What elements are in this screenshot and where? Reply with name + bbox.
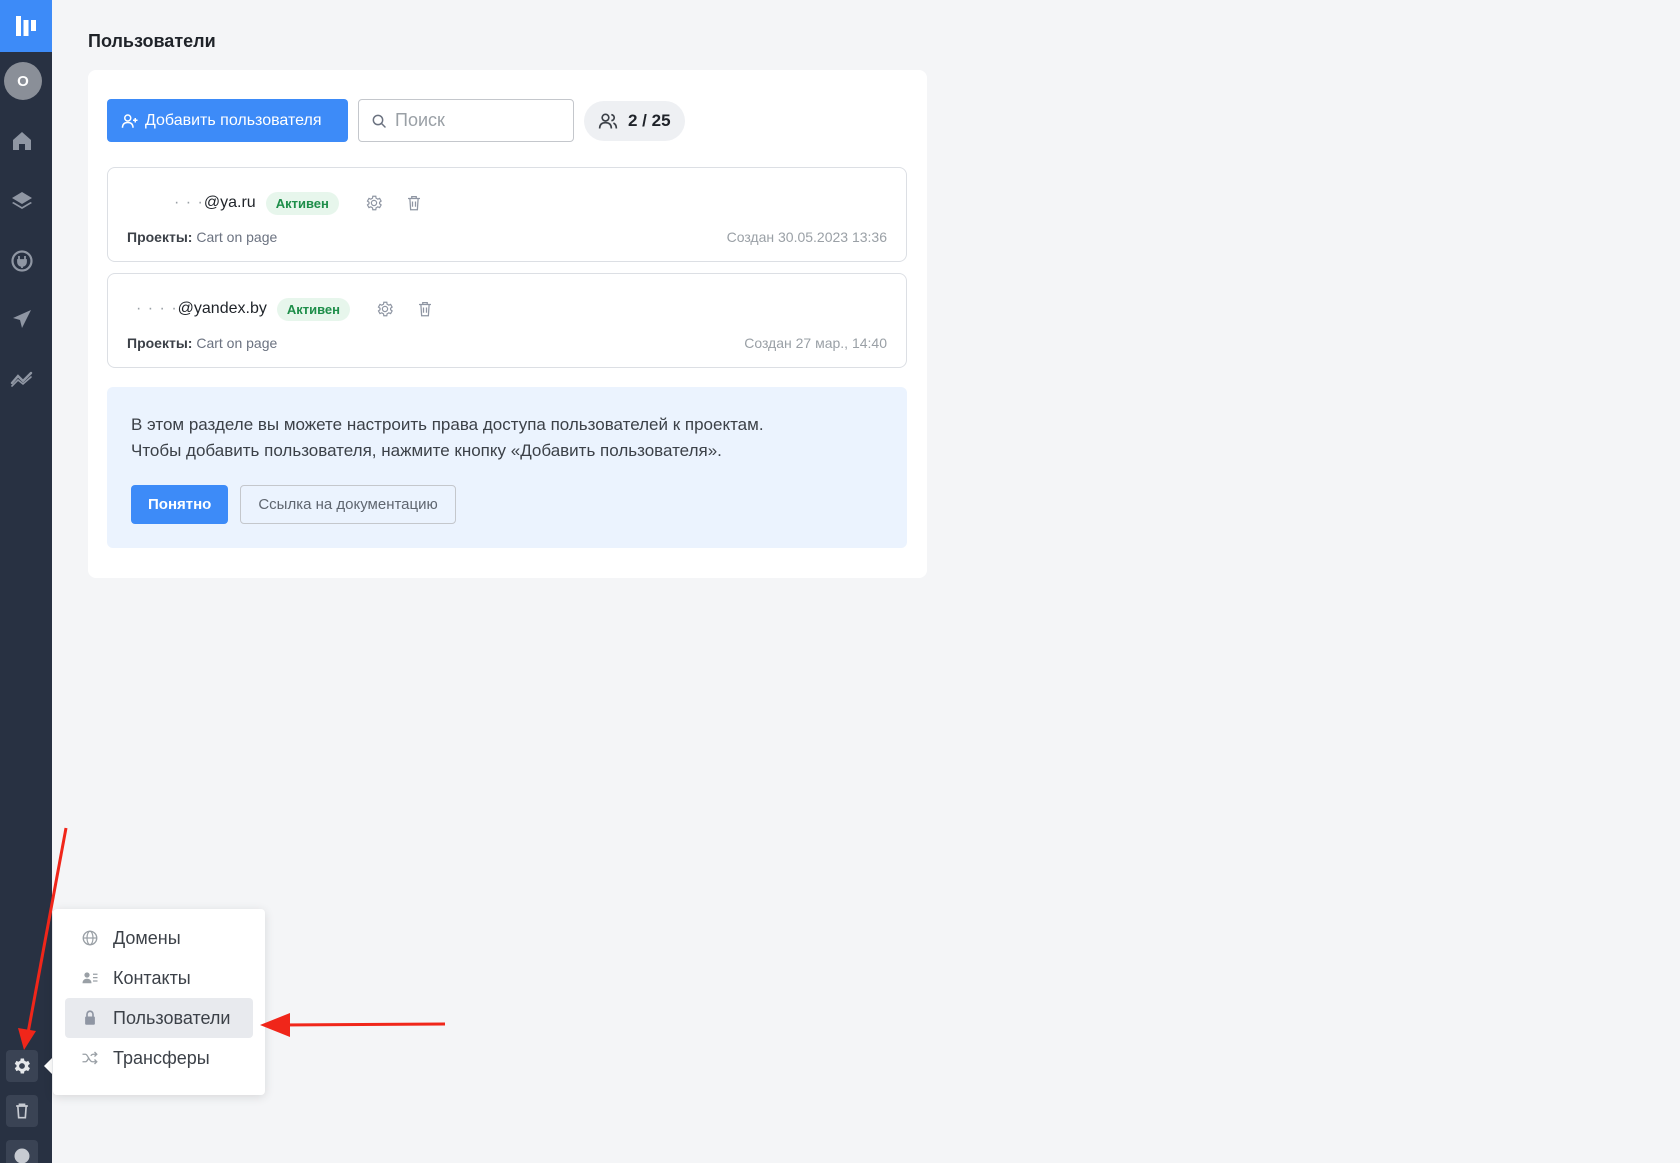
user-row: · · · ·@yandex.by Активен Проекты: Cart …: [107, 273, 907, 368]
arrow-to-users-menu-item: [260, 1013, 446, 1037]
logo-icon: [16, 16, 36, 36]
trash-icon: [419, 301, 431, 317]
shuffle-icon: [82, 1051, 98, 1065]
user-projects: Проекты: Cart on page: [127, 335, 277, 351]
user-delete-button[interactable]: [401, 190, 427, 216]
help-icon: [14, 1148, 30, 1163]
search-field[interactable]: [358, 99, 574, 142]
email-domain: @yandex.by: [177, 300, 267, 317]
sidebar: O: [0, 0, 52, 1163]
page-title: Пользователи: [88, 31, 216, 51]
info-box: В этом разделе вы можете настроить права…: [107, 387, 907, 548]
user-projects: Проекты: Cart on page: [127, 229, 277, 245]
menu-item-label: Трансферы: [113, 1047, 210, 1068]
lock-icon: [85, 1010, 95, 1025]
documentation-link-button[interactable]: Ссылка на документацию: [240, 485, 456, 524]
menu-item-label: Пользователи: [113, 1007, 231, 1028]
trash-icon: [407, 195, 420, 211]
menu-item-users[interactable]: Пользователи: [65, 998, 253, 1038]
user-counter: 2 / 25: [584, 100, 685, 141]
settings-menu: Домены Контакты Пользователи Трансферы: [53, 909, 265, 1095]
users-icon: [598, 113, 618, 129]
menu-item-contacts[interactable]: Контакты: [65, 958, 253, 998]
help-button[interactable]: [6, 1140, 38, 1163]
user-settings-button[interactable]: [361, 190, 387, 216]
nav-integrations[interactable]: [6, 245, 38, 277]
status-badge: Активен: [265, 191, 339, 215]
add-user-button[interactable]: Добавить пользователя: [107, 99, 348, 142]
send-icon: [13, 310, 31, 328]
email-domain: @ya.ru: [203, 194, 256, 211]
info-actions: Понятно Ссылка на документацию: [131, 485, 456, 524]
user-settings-button[interactable]: [372, 296, 398, 322]
gear-icon: [14, 1058, 30, 1074]
user-counter-value: 2 / 25: [628, 110, 671, 130]
projects-label: Проекты:: [127, 229, 193, 245]
nav-projects[interactable]: [6, 185, 38, 217]
user-header: · · ·@ya.ru Активен: [126, 190, 427, 216]
globe-icon: [82, 930, 98, 946]
gear-icon: [366, 195, 382, 211]
nav-mailings[interactable]: [6, 303, 38, 335]
logo[interactable]: [0, 0, 52, 52]
avatar[interactable]: O: [4, 62, 42, 100]
menu-item-domains[interactable]: Домены: [65, 918, 253, 958]
status-badge: Активен: [276, 297, 350, 321]
gear-icon: [377, 301, 393, 317]
settings-button[interactable]: [6, 1050, 38, 1082]
user-delete-button[interactable]: [412, 296, 438, 322]
email-masked-part: · · · ·: [136, 300, 178, 317]
user-email: · · ·@ya.ru: [174, 194, 256, 212]
nav-home[interactable]: [6, 125, 38, 157]
analytics-icon: [10, 371, 33, 387]
home-icon: [13, 132, 31, 150]
users-card: Добавить пользователя 2 / 25 · · ·@ya.ru…: [88, 70, 927, 578]
user-row: · · ·@ya.ru Активен Проекты: Cart on pag…: [107, 167, 907, 262]
search-input[interactable]: [395, 110, 565, 131]
search-icon: [372, 114, 386, 128]
menu-item-transfers[interactable]: Трансферы: [65, 1038, 253, 1078]
trash-button[interactable]: [6, 1095, 38, 1127]
info-line-2: Чтобы добавить пользователя, нажмите кно…: [131, 441, 722, 460]
menu-item-label: Контакты: [113, 967, 191, 988]
user-plus-icon: [121, 113, 138, 128]
add-user-label: Добавить пользователя: [145, 111, 322, 129]
trash-icon: [16, 1103, 28, 1119]
projects-label: Проекты:: [127, 335, 193, 351]
users-toolbar: Добавить пользователя 2 / 25: [107, 99, 685, 142]
user-created: Создан 30.05.2023 13:36: [726, 229, 887, 245]
menu-item-label: Домены: [113, 927, 181, 948]
projects-value: Cart on page: [196, 335, 278, 351]
user-header: · · · ·@yandex.by Активен: [126, 296, 438, 322]
info-text: В этом разделе вы можете настроить права…: [131, 412, 871, 464]
plug-icon: [11, 250, 33, 272]
layers-icon: [12, 192, 32, 209]
email-masked-part: · · ·: [174, 194, 204, 211]
user-email: · · · ·@yandex.by: [136, 300, 267, 318]
info-line-1: В этом разделе вы можете настроить права…: [131, 415, 764, 434]
ok-button[interactable]: Понятно: [131, 485, 229, 524]
user-created: Создан 27 мар., 14:40: [744, 335, 887, 351]
contacts-icon: [82, 972, 98, 984]
menu-pointer: [44, 1058, 52, 1074]
projects-value: Cart on page: [196, 229, 278, 245]
nav-analytics[interactable]: [6, 362, 38, 394]
